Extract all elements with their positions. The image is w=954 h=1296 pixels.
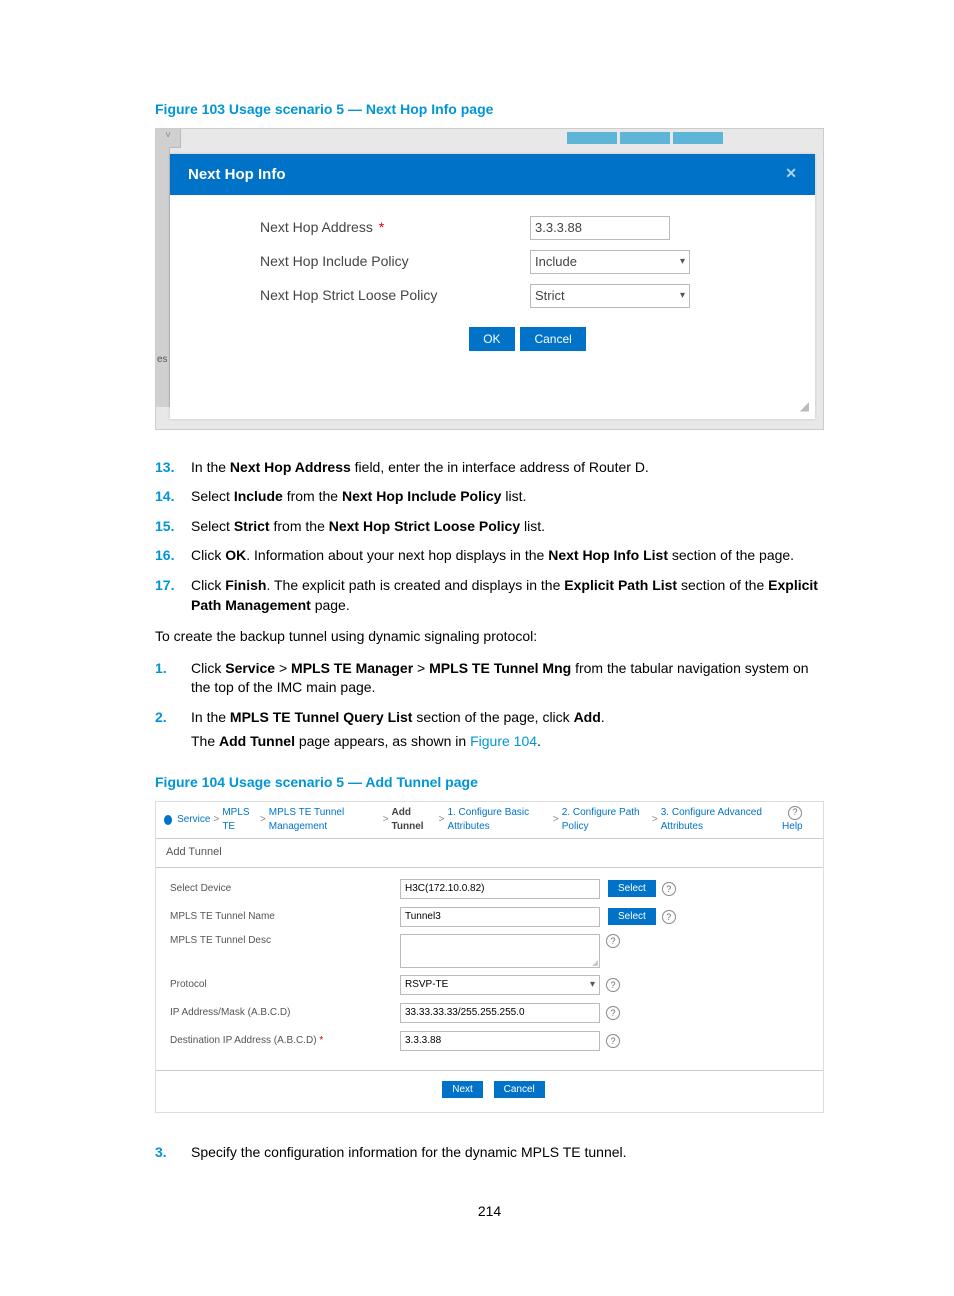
dest-ip-input[interactable]: 3.3.3.88: [400, 1031, 600, 1051]
tunnel-desc-label: MPLS TE Tunnel Desc: [170, 934, 400, 948]
step-number: 2.: [155, 708, 191, 728]
step-text: Click Service > MPLS TE Manager > MPLS T…: [191, 659, 824, 698]
tunnel-name-input[interactable]: Tunnel3: [400, 907, 600, 927]
panel-title: Add Tunnel: [156, 838, 823, 867]
next-hop-address-input[interactable]: 3.3.3.88: [530, 216, 670, 240]
next-button[interactable]: Next: [442, 1081, 483, 1098]
step-text: Select Strict from the Next Hop Strict L…: [191, 517, 824, 537]
step-subtext: The Add Tunnel page appears, as shown in…: [191, 732, 824, 752]
help-icon[interactable]: ?: [606, 934, 620, 948]
background-tabs: [567, 132, 723, 144]
step-number: 16.: [155, 546, 191, 566]
side-strip: es: [156, 147, 170, 407]
strict-loose-value: Strict: [535, 287, 565, 305]
select-name-button[interactable]: Select: [608, 908, 656, 925]
strict-loose-select[interactable]: Strict ▾: [530, 284, 690, 308]
figure-103-caption: Figure 103 Usage scenario 5 — Next Hop I…: [155, 100, 824, 120]
protocol-label: Protocol: [170, 978, 400, 992]
bc-service[interactable]: Service: [177, 813, 210, 827]
next-hop-dialog: Next Hop Info ✕ Next Hop Address * 3.3.3…: [170, 154, 815, 419]
step-text: Click Finish. The explicit path is creat…: [191, 576, 824, 615]
lead-paragraph: To create the backup tunnel using dynami…: [155, 627, 824, 647]
chevron-down-icon: ▾: [590, 978, 595, 992]
ip-mask-input[interactable]: 33.33.33.33/255.255.255.0: [400, 1003, 600, 1023]
steps-1-2: 1. Click Service > MPLS TE Manager > MPL…: [155, 659, 824, 761]
cancel-button[interactable]: Cancel: [494, 1081, 545, 1098]
dialog-form: Next Hop Address * 3.3.3.88 Next Hop Inc…: [170, 195, 815, 361]
chevron-down-icon: ▾: [680, 289, 685, 303]
help-icon[interactable]: ?: [606, 1034, 620, 1048]
breadcrumb: Service> MPLS TE> MPLS TE Tunnel Managem…: [156, 802, 823, 839]
dialog-title: Next Hop Info: [188, 164, 286, 185]
help-icon[interactable]: ?: [606, 1006, 620, 1020]
dest-ip-label: Destination IP Address (A.B.C.D) *: [170, 1034, 400, 1048]
add-tunnel-form: Select Device H3C(172.10.0.82) Select ? …: [156, 868, 823, 1071]
tunnel-desc-input[interactable]: [400, 934, 600, 968]
cancel-button[interactable]: Cancel: [520, 327, 585, 351]
step-text: In the MPLS TE Tunnel Query List section…: [191, 708, 824, 728]
figure-103-screenshot: ˅ es Next Hop Info ✕ Next Hop Address * …: [155, 128, 824, 430]
select-device-input[interactable]: H3C(172.10.0.82): [400, 879, 600, 899]
step-text: Click OK. Information about your next ho…: [191, 546, 824, 566]
select-device-button[interactable]: Select: [608, 880, 656, 897]
step-number: 15.: [155, 517, 191, 537]
help-link[interactable]: ?Help: [782, 806, 815, 835]
include-policy-value: Include: [535, 253, 577, 271]
step-number: 3.: [155, 1143, 191, 1163]
dialog-header: Next Hop Info ✕: [170, 154, 815, 195]
include-policy-label: Next Hop Include Policy: [260, 252, 530, 272]
toptab-chevron: ˅: [156, 129, 181, 148]
bc-add: Add Tunnel: [392, 806, 436, 834]
help-icon: ?: [788, 806, 802, 820]
bc-mgmt[interactable]: MPLS TE Tunnel Management: [269, 806, 380, 834]
close-icon[interactable]: ✕: [785, 164, 797, 184]
bc-mplste[interactable]: MPLS TE: [222, 806, 257, 834]
bc-step1[interactable]: 1. Configure Basic Attributes: [447, 806, 549, 834]
ok-button[interactable]: OK: [469, 327, 514, 351]
step-text: Select Include from the Next Hop Include…: [191, 487, 824, 507]
bc-step2[interactable]: 2. Configure Path Policy: [562, 806, 649, 834]
figure-104-link[interactable]: Figure 104: [470, 733, 537, 749]
include-policy-select[interactable]: Include ▾: [530, 250, 690, 274]
figure-104-caption: Figure 104 Usage scenario 5 — Add Tunnel…: [155, 773, 824, 793]
refresh-icon[interactable]: [164, 815, 172, 825]
chevron-down-icon: ▾: [680, 255, 685, 269]
steps-13-17: 13. In the Next Hop Address field, enter…: [155, 458, 824, 616]
protocol-value: RSVP-TE: [405, 978, 448, 992]
step-number: 1.: [155, 659, 191, 698]
help-icon[interactable]: ?: [662, 882, 676, 896]
tunnel-name-label: MPLS TE Tunnel Name: [170, 910, 400, 924]
steps-3: 3. Specify the configuration information…: [155, 1143, 824, 1163]
step-number: 17.: [155, 576, 191, 615]
step-number: 14.: [155, 487, 191, 507]
figure-104-screenshot: Service> MPLS TE> MPLS TE Tunnel Managem…: [155, 801, 824, 1113]
select-device-label: Select Device: [170, 882, 400, 896]
side-label: es: [157, 353, 168, 367]
resize-handle[interactable]: ◢: [800, 398, 809, 415]
strict-loose-label: Next Hop Strict Loose Policy: [260, 286, 530, 306]
ip-mask-label: IP Address/Mask (A.B.C.D): [170, 1006, 400, 1020]
help-icon[interactable]: ?: [662, 910, 676, 924]
page-number: 214: [155, 1202, 824, 1222]
protocol-select[interactable]: RSVP-TE ▾: [400, 975, 600, 995]
step-text: In the Next Hop Address field, enter the…: [191, 458, 824, 478]
step-text: Specify the configuration information fo…: [191, 1143, 824, 1163]
step-number: 13.: [155, 458, 191, 478]
bc-step3[interactable]: 3. Configure Advanced Attributes: [661, 806, 779, 834]
next-hop-address-label: Next Hop Address *: [260, 218, 530, 238]
help-icon[interactable]: ?: [606, 978, 620, 992]
